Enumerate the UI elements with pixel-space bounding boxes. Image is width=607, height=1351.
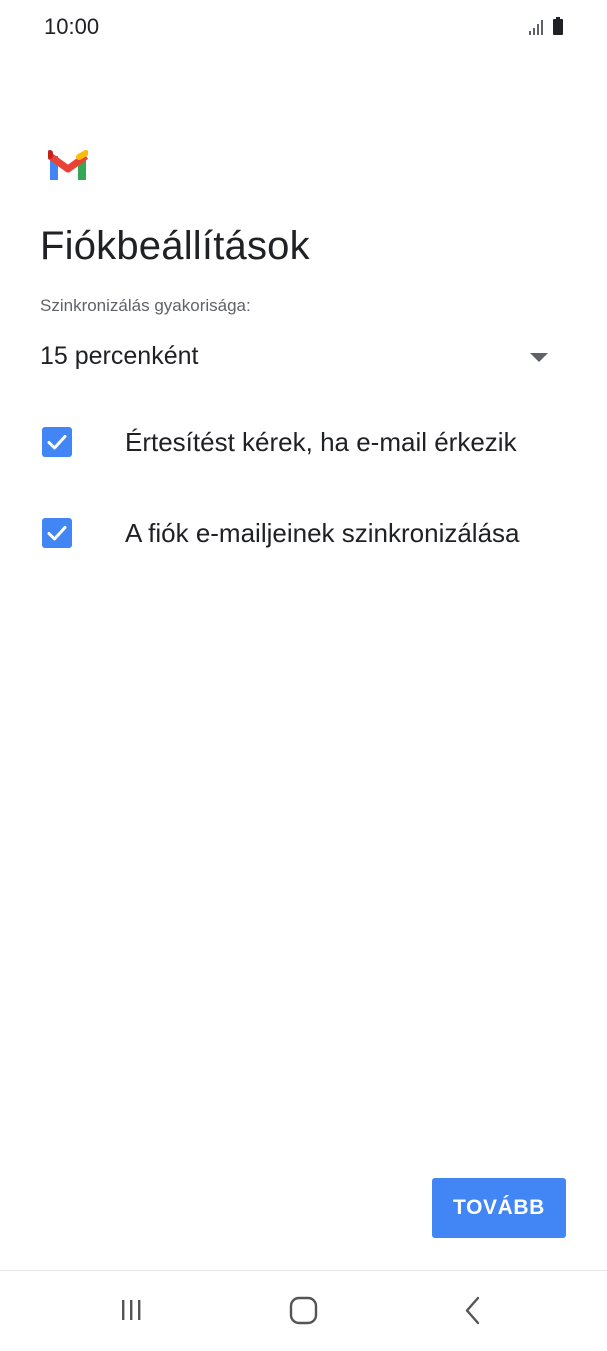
next-button[interactable]: TOVÁBB	[432, 1178, 566, 1238]
sync-frequency-label: Szinkronizálás gyakorisága:	[40, 296, 251, 315]
recent-apps-icon	[122, 1300, 141, 1320]
notify-on-email-label: Értesítést kérek, ha e-mail érkezik	[125, 427, 517, 457]
back-icon	[465, 1296, 480, 1325]
sync-frequency-dropdown[interactable]: 15 percenként	[40, 338, 560, 378]
navigation-bar	[0, 1270, 607, 1351]
notify-on-email-checkbox[interactable]	[42, 427, 72, 457]
status-bar: 10:00	[0, 0, 607, 56]
dropdown-arrow-icon	[530, 353, 548, 362]
signal-icon	[529, 17, 545, 35]
status-icons	[529, 17, 563, 35]
home-button[interactable]	[273, 1289, 333, 1333]
check-icon	[47, 526, 67, 541]
sync-account-email-checkbox[interactable]	[42, 518, 72, 548]
page-title: Fiókbeállítások	[40, 224, 310, 268]
gmail-logo-icon	[47, 150, 89, 182]
recent-apps-button[interactable]	[104, 1289, 164, 1333]
sync-frequency-value: 15 percenként	[40, 342, 199, 370]
back-button[interactable]	[443, 1289, 503, 1333]
notify-on-email-option[interactable]: Értesítést kérek, ha e-mail érkezik	[40, 421, 560, 465]
sync-account-email-option[interactable]: A fiók e-mailjeinek szinkronizálása	[40, 512, 560, 556]
battery-icon	[553, 17, 563, 35]
check-icon	[47, 435, 67, 450]
sync-account-email-label: A fiók e-mailjeinek szinkronizálása	[125, 518, 520, 548]
status-time: 10:00	[44, 14, 100, 39]
home-icon	[289, 1296, 318, 1325]
